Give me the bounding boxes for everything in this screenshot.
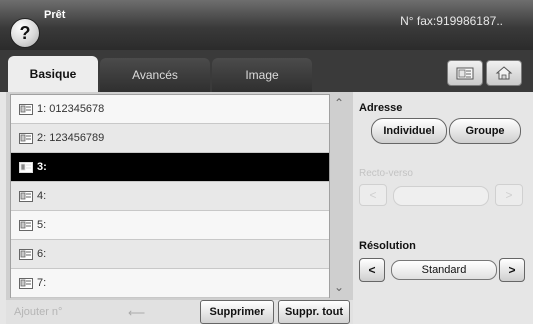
phonebook-icon (456, 67, 474, 80)
scroll-up-icon[interactable]: ⌃ (332, 96, 346, 110)
list-item[interactable]: 1: 012345678 (11, 95, 329, 124)
speed-dial-list: 1: 012345678 2: 123456789 3: 4: 5: 6: 7: (10, 94, 330, 298)
question-icon: ? (19, 22, 31, 43)
disabled-value (393, 186, 489, 206)
resolution-next-button[interactable]: > (499, 258, 525, 282)
resolution-value: Standard (391, 260, 497, 280)
fax-entry-icon (19, 277, 33, 289)
fax-entry-icon (19, 190, 33, 202)
delete-button[interactable]: Supprimer (200, 300, 274, 324)
address-label: Adresse (359, 102, 403, 114)
chevron-left-icon: < (359, 184, 387, 206)
top-bar: ? Prêt N° fax:919986187.. (0, 0, 533, 50)
tab-avances[interactable]: Avancés (100, 58, 210, 92)
disabled-control: < > (359, 184, 523, 206)
fax-entry-icon (19, 103, 33, 115)
list-item-label: 2: 123456789 (37, 132, 105, 144)
status-text: Prêt (44, 9, 66, 21)
list-item[interactable]: 6: (11, 240, 329, 269)
chevron-right-icon: > (495, 184, 523, 206)
fax-entry-icon (19, 161, 33, 173)
list-item-label: 6: (37, 248, 47, 260)
disabled-option-label: Recto-verso (359, 168, 413, 179)
list-item[interactable]: 2: 123456789 (11, 124, 329, 153)
list-item[interactable]: 7: (11, 269, 329, 298)
phonebook-button[interactable] (447, 60, 483, 86)
help-button[interactable]: ? (10, 18, 40, 48)
scroll-down-icon[interactable]: ⌄ (332, 280, 346, 294)
chevron-left-icon: < (368, 263, 376, 277)
right-panel: Adresse Individuel Groupe Recto-verso < … (357, 92, 533, 324)
delete-all-button[interactable]: Suppr. tout (278, 300, 350, 324)
add-number-placeholder: Ajouter n° (14, 306, 63, 318)
backspace-icon: ⟵ (128, 306, 146, 320)
individual-button[interactable]: Individuel (371, 118, 447, 144)
list-item-label: 5: (37, 219, 47, 231)
list-item-label: 4: (37, 190, 47, 202)
list-item[interactable]: 5: (11, 211, 329, 240)
resolution-control: < Standard > (359, 258, 525, 282)
fax-entry-icon (19, 219, 33, 231)
list-item-selected[interactable]: 3: (11, 153, 329, 182)
fax-number-label: N° fax:919986187.. (400, 14, 503, 28)
home-button[interactable] (486, 60, 522, 86)
tab-image[interactable]: Image (212, 58, 312, 92)
list-scrollbar[interactable]: ⌃ ⌄ (330, 94, 348, 296)
group-button[interactable]: Groupe (449, 118, 521, 144)
tab-basique[interactable]: Basique (8, 56, 98, 92)
chevron-right-icon: > (508, 263, 516, 277)
fax-entry-icon (19, 132, 33, 144)
home-icon (495, 66, 513, 80)
tab-bar: Basique Avancés Image (0, 50, 533, 92)
list-item-label: 1: 012345678 (37, 103, 105, 115)
list-item-label: 7: (37, 277, 47, 289)
fax-entry-icon (19, 248, 33, 260)
list-item[interactable]: 4: (11, 182, 329, 211)
resolution-label: Résolution (359, 240, 416, 252)
bottom-controls: Ajouter n° ⟵ Supprimer Suppr. tout (6, 300, 353, 324)
resolution-prev-button[interactable]: < (359, 258, 385, 282)
list-item-label: 3: (37, 161, 47, 173)
speed-dial-panel: 1: 012345678 2: 123456789 3: 4: 5: 6: 7:… (6, 92, 353, 300)
fax-screen: ? Prêt N° fax:919986187.. Basique Avancé… (0, 0, 533, 324)
